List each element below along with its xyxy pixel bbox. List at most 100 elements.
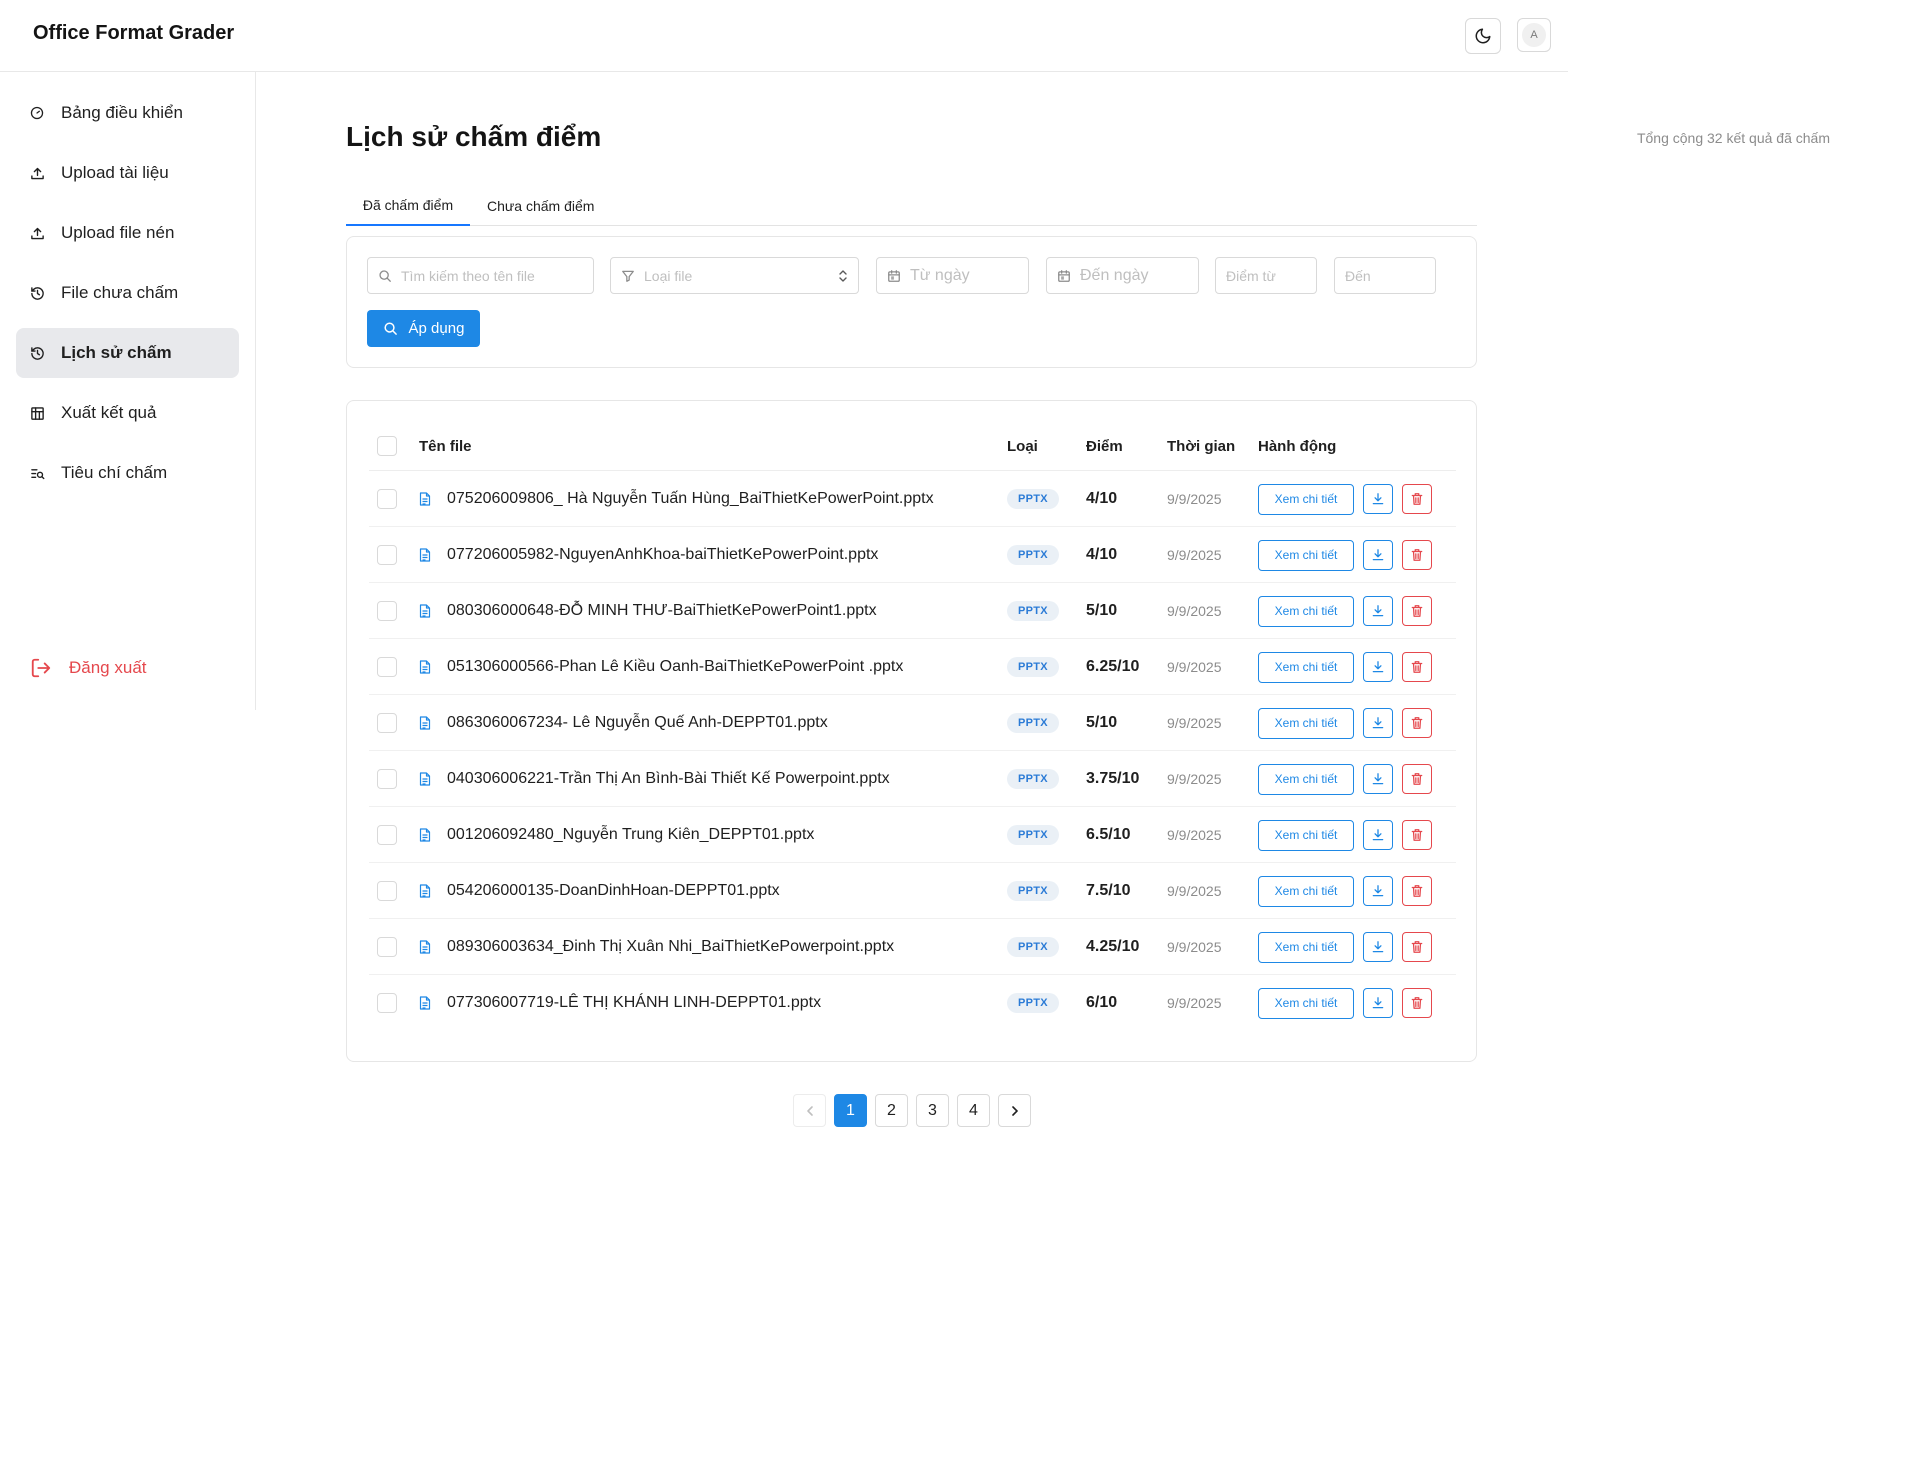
table-row: 001206092480_Nguyễn Trung Kiên_DEPPT01.p…	[369, 807, 1456, 863]
delete-button[interactable]	[1402, 652, 1432, 682]
search-field[interactable]	[367, 257, 594, 294]
tab-ungraded[interactable]: Chưa chấm điểm	[487, 186, 594, 226]
view-detail-button[interactable]: Xem chi tiết	[1258, 875, 1354, 907]
score-to-input[interactable]	[1345, 267, 1425, 284]
file-icon	[419, 660, 433, 674]
sidebar-item-dashboard[interactable]: Bảng điều khiển	[16, 88, 239, 138]
delete-button[interactable]	[1402, 596, 1432, 626]
page-button-1[interactable]: 1	[834, 1094, 867, 1127]
sidebar-item-grading-history[interactable]: Lịch sử chấm	[16, 328, 239, 378]
file-name: 0863060067234- Lê Nguyễn Quế Anh-DEPPT01…	[447, 714, 828, 731]
delete-button[interactable]	[1402, 708, 1432, 738]
delete-button[interactable]	[1402, 988, 1432, 1018]
score-to-field[interactable]	[1334, 257, 1436, 294]
history-icon	[29, 345, 45, 361]
view-detail-button[interactable]: Xem chi tiết	[1258, 763, 1354, 795]
page-button-2[interactable]: 2	[875, 1094, 908, 1127]
from-date-input[interactable]	[910, 266, 1018, 285]
chevron-left-icon	[805, 1105, 815, 1117]
total-count-text: Tổng cộng 32 kết quả đã chấm	[1636, 130, 1830, 146]
logout-button[interactable]: Đăng xuất	[30, 657, 147, 679]
view-detail-button[interactable]: Xem chi tiết	[1258, 595, 1354, 627]
download-button[interactable]	[1363, 932, 1393, 962]
page-button-3[interactable]: 3	[916, 1094, 949, 1127]
row-checkbox[interactable]	[377, 657, 397, 677]
to-date-input[interactable]	[1080, 266, 1188, 285]
row-checkbox[interactable]	[377, 937, 397, 957]
sidebar-item-upload-archive[interactable]: Upload file nén	[16, 208, 239, 258]
next-page-button[interactable]	[998, 1094, 1031, 1127]
select-all-checkbox[interactable]	[377, 436, 397, 456]
page-button-4[interactable]: 4	[957, 1094, 990, 1127]
delete-button[interactable]	[1402, 932, 1432, 962]
sidebar-item-export-results[interactable]: Xuất kết quả	[16, 388, 239, 438]
tab-graded[interactable]: Đã chấm điểm	[346, 186, 470, 226]
table-row: 0863060067234- Lê Nguyễn Quế Anh-DEPPT01…	[369, 695, 1456, 751]
calendar-icon	[1057, 269, 1071, 283]
file-name: 077206005982-NguyenAnhKhoa-baiThietKePow…	[447, 546, 879, 563]
view-detail-button[interactable]: Xem chi tiết	[1258, 539, 1354, 571]
row-checkbox[interactable]	[377, 993, 397, 1013]
search-input[interactable]	[401, 267, 583, 284]
view-detail-button[interactable]: Xem chi tiết	[1258, 483, 1354, 515]
view-detail-button[interactable]: Xem chi tiết	[1258, 651, 1354, 683]
delete-button[interactable]	[1402, 820, 1432, 850]
file-name: 051306000566-Phan Lê Kiều Oanh-BaiThietK…	[447, 658, 904, 675]
download-button[interactable]	[1363, 484, 1393, 514]
trash-icon	[1410, 940, 1424, 954]
view-detail-button[interactable]: Xem chi tiết	[1258, 819, 1354, 851]
view-detail-button[interactable]: Xem chi tiết	[1258, 987, 1354, 1019]
view-detail-button[interactable]: Xem chi tiết	[1258, 707, 1354, 739]
download-button[interactable]	[1363, 988, 1393, 1018]
file-name: 001206092480_Nguyễn Trung Kiên_DEPPT01.p…	[447, 826, 815, 843]
table-row: 089306003634_Đinh Thị Xuân Nhi_BaiThietK…	[369, 919, 1456, 975]
score-value: 4/10	[1086, 490, 1118, 507]
user-menu-button[interactable]: A	[1517, 18, 1551, 52]
delete-button[interactable]	[1402, 484, 1432, 514]
download-button[interactable]	[1363, 708, 1393, 738]
score-from-input[interactable]	[1226, 267, 1306, 284]
graded-time: 9/9/2025	[1167, 659, 1222, 675]
theme-toggle-button[interactable]	[1465, 18, 1501, 54]
row-checkbox[interactable]	[377, 769, 397, 789]
apply-button[interactable]: Áp dụng	[367, 310, 480, 347]
table-header: Tên file Loại Điểm Thời gian Hành động	[369, 423, 1456, 471]
filetype-select[interactable]: Loại file	[610, 257, 859, 294]
row-checkbox[interactable]	[377, 713, 397, 733]
delete-button[interactable]	[1402, 876, 1432, 906]
to-date-field[interactable]	[1046, 257, 1199, 294]
sidebar-item-label: Upload tài liệu	[61, 163, 169, 182]
download-button[interactable]	[1363, 540, 1393, 570]
row-checkbox[interactable]	[377, 601, 397, 621]
file-name: 054206000135-DoanDinhHoan-DEPPT01.pptx	[447, 882, 780, 899]
sidebar-item-ungraded-files[interactable]: File chưa chấm	[16, 268, 239, 318]
download-button[interactable]	[1363, 652, 1393, 682]
filter-icon	[621, 269, 635, 283]
download-icon	[1371, 604, 1385, 618]
upload-icon	[29, 225, 45, 241]
row-checkbox[interactable]	[377, 881, 397, 901]
delete-button[interactable]	[1402, 764, 1432, 794]
file-icon	[419, 996, 433, 1010]
download-button[interactable]	[1363, 876, 1393, 906]
row-checkbox[interactable]	[377, 545, 397, 565]
score-from-field[interactable]	[1215, 257, 1317, 294]
upload-icon	[29, 165, 45, 181]
graded-time: 9/9/2025	[1167, 939, 1222, 955]
delete-button[interactable]	[1402, 540, 1432, 570]
score-value: 6.5/10	[1086, 826, 1131, 843]
from-date-field[interactable]	[876, 257, 1029, 294]
sidebar-item-grading-criteria[interactable]: Tiêu chí chấm	[16, 448, 239, 498]
download-button[interactable]	[1363, 764, 1393, 794]
download-button[interactable]	[1363, 820, 1393, 850]
sidebar-item-upload-document[interactable]: Upload tài liệu	[16, 148, 239, 198]
search-icon	[378, 269, 392, 283]
download-button[interactable]	[1363, 596, 1393, 626]
view-detail-button[interactable]: Xem chi tiết	[1258, 931, 1354, 963]
row-checkbox[interactable]	[377, 489, 397, 509]
graded-time: 9/9/2025	[1167, 491, 1222, 507]
prev-page-button[interactable]	[793, 1094, 826, 1127]
row-checkbox[interactable]	[377, 825, 397, 845]
score-value: 5/10	[1086, 714, 1118, 731]
column-header-name: Tên file	[419, 437, 472, 455]
